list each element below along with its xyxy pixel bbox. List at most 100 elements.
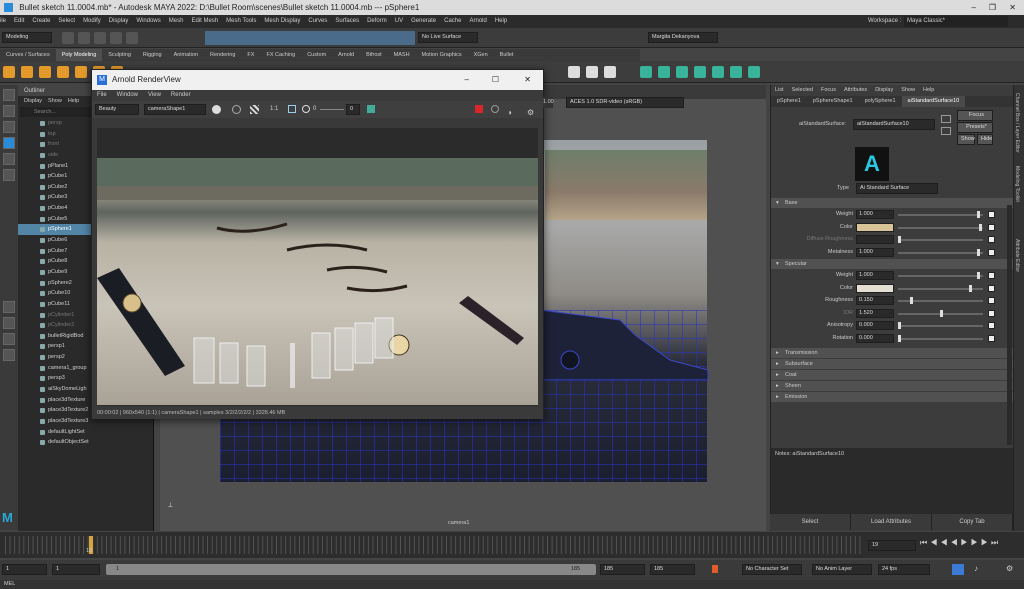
output-connection-icon[interactable] [941,127,951,135]
exposure-slider[interactable] [320,109,344,110]
current-frame-field[interactable]: 19 [868,540,916,551]
ae-menu-show[interactable]: Show [901,87,915,93]
map-button-icon[interactable] [988,284,995,292]
renderview-menu-view[interactable]: View [148,92,161,98]
map-button-icon[interactable] [988,248,995,256]
menu-create[interactable]: Create [32,18,50,24]
attr-slider-knob[interactable] [910,297,914,304]
menu-mesh[interactable]: Mesh [169,18,184,24]
attr-value-field[interactable] [856,235,894,244]
preferences-icon[interactable]: ⚙ [1006,564,1013,573]
aov-select[interactable]: Beauty [95,104,139,115]
sound-icon[interactable]: ♪ [974,564,978,573]
map-button-icon[interactable] [988,309,995,317]
display-settings-icon[interactable] [212,105,221,114]
attr-value-field[interactable]: 0.000 [856,321,894,330]
map-button-icon[interactable] [988,272,995,279]
renderview-menu-render[interactable]: Render [171,92,191,98]
mirror-icon[interactable] [748,66,761,78]
renderview-close-button[interactable]: ✕ [524,70,531,90]
ae-menu-attributes[interactable]: Attributes [844,87,867,93]
attr-slider[interactable] [898,325,983,327]
minimize-button[interactable]: – [972,0,976,15]
shelf-tab-bullet[interactable]: Bullet [494,49,520,61]
separate-icon[interactable] [730,66,743,78]
input-connection-icon[interactable] [941,115,951,123]
auto-key-icon[interactable] [712,565,718,573]
presets-button[interactable]: Presets* [957,122,993,133]
outliner-menu-help[interactable]: Help [68,98,79,104]
renderview-settings-icon[interactable]: ⚙ [527,104,534,121]
attr-slider[interactable] [898,275,983,277]
attr-slider-knob[interactable] [939,309,943,317]
multicut-icon[interactable] [567,66,580,78]
menu-uv[interactable]: UV [395,18,403,24]
attr-value-field[interactable]: 1.000 [856,271,894,280]
playback-start-field[interactable]: 1 [52,564,100,575]
playback-end-field[interactable]: 185 [600,564,645,575]
scale-tool-icon[interactable] [3,169,15,181]
bridge-icon[interactable] [658,66,671,78]
color-swatch[interactable] [856,222,894,232]
menu-deform[interactable]: Deform [367,18,387,24]
bevel-icon[interactable] [676,66,689,78]
renderview-menu-file[interactable]: File [97,92,107,98]
section-sheen-header[interactable]: Sheen [771,381,1013,391]
attr-slider[interactable] [898,226,983,229]
hide-button[interactable]: Hide [977,134,993,145]
shelf-tab-curves-surfaces[interactable]: Curves / Surfaces [0,49,56,61]
layout-single-icon[interactable] [3,301,15,313]
shelf-tab-fx-caching[interactable]: FX Caching [260,49,301,61]
map-button-icon[interactable] [988,334,995,342]
attr-slider-knob[interactable] [968,284,972,292]
menu-set-select[interactable]: Modeling [2,32,52,43]
exposure-icon[interactable] [302,105,310,113]
shelf-tab-mash[interactable]: MASH [388,49,416,61]
poly-cone-icon[interactable] [57,66,69,78]
ae-node-tab[interactable]: polySphere1 [859,96,902,107]
outliner-menu-display[interactable]: Display [24,98,42,104]
redo-icon[interactable] [126,32,138,44]
rotate-tool-icon[interactable] [3,153,15,165]
attr-value-field[interactable]: 0.000 [856,333,894,343]
menu-edit-mesh[interactable]: Edit Mesh [191,18,218,24]
attr-value-field[interactable]: 1.000 [856,210,894,219]
new-scene-icon[interactable] [62,32,74,44]
close-button[interactable]: ✕ [1009,0,1016,15]
menu-surfaces[interactable]: Surfaces [335,18,359,24]
user-account[interactable]: Margita Dekanyova [648,32,718,43]
insert-edge-loop-icon[interactable] [585,66,598,78]
attribute-editor-scrollbar[interactable] [1007,205,1012,445]
ae-copy-tab-button[interactable]: Copy Tab [932,514,1013,530]
ratio-button[interactable]: 1:1 [270,101,278,118]
outliner-item[interactable]: defaultLightSet [18,427,153,438]
base-section-header[interactable]: Base [771,198,1013,208]
map-button-icon[interactable] [988,322,995,329]
ae-menu-focus[interactable]: Focus [821,87,836,93]
shelf-tab-poly-modeling[interactable]: Poly Modeling [55,49,103,61]
attr-slider[interactable] [898,337,983,340]
menu-windows[interactable]: Windows [136,18,160,24]
animation-start-field[interactable]: 1 [2,564,47,575]
region-icon[interactable] [288,105,296,113]
layout-four-icon[interactable] [3,317,15,329]
save-scene-icon[interactable] [94,32,106,44]
layout-two-icon[interactable] [3,333,15,345]
alpha-checker-icon[interactable] [250,105,259,114]
map-button-icon[interactable] [988,223,995,231]
gamma-field[interactable]: 1.00 [543,97,554,108]
attr-slider-knob[interactable] [976,248,980,256]
shelf-tab-bifrost[interactable]: Bifrost [360,49,388,61]
renderview-minimize-button[interactable]: – [465,70,469,90]
outliner-item[interactable]: defaultObjectSet [18,437,153,448]
command-line[interactable]: MEL [0,580,1024,589]
poly-sphere-icon[interactable] [3,66,15,78]
attr-slider-knob[interactable] [976,272,980,279]
lasso-tool-icon[interactable] [3,105,15,117]
offset-edge-loop-icon[interactable] [603,66,616,78]
renderview-maximize-button[interactable]: ☐ [492,70,499,90]
menu-mesh-tools[interactable]: Mesh Tools [226,18,256,24]
poly-cylinder-icon[interactable] [39,66,51,78]
color-swatch[interactable] [856,283,894,293]
character-set-select[interactable]: No Character Set [742,564,802,575]
